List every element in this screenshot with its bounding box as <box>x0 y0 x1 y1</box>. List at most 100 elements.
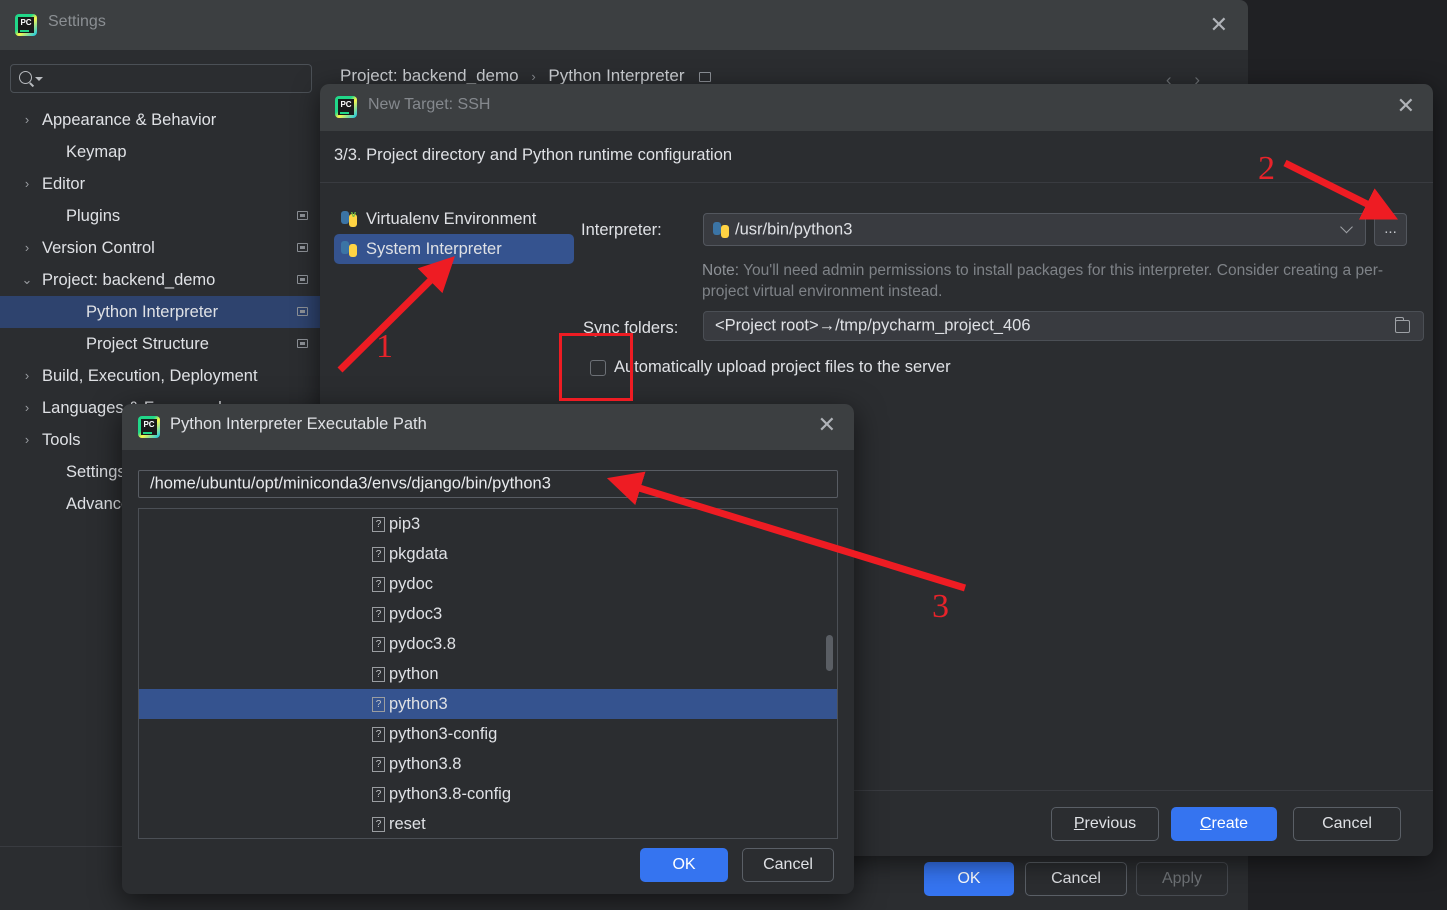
interpreter-label: Interpreter: <box>581 221 662 240</box>
settings-ok-button[interactable]: OK <box>924 862 1014 896</box>
interpreter-path-input[interactable]: /home/ubuntu/opt/miniconda3/envs/django/… <box>138 470 838 498</box>
sidebar-item-project-structure[interactable]: Project Structure <box>0 328 320 360</box>
env-option-system-interpreter[interactable]: System Interpreter <box>334 234 574 264</box>
search-input[interactable] <box>10 64 312 93</box>
sidebar-item-editor[interactable]: ›Editor <box>0 168 320 200</box>
search-icon <box>19 71 32 84</box>
create-label-rest: reate <box>1212 815 1248 832</box>
chevron-down-icon[interactable]: ⌄ <box>20 264 34 296</box>
unknown-file-icon: ? <box>372 757 385 772</box>
list-item-label: pydoc <box>389 575 433 593</box>
interpreter-path-value: /home/ubuntu/opt/miniconda3/envs/django/… <box>150 475 551 494</box>
chevron-right-icon[interactable]: › <box>20 232 34 264</box>
environment-type-list: v Virtualenv Environment System Interpre… <box>334 204 574 264</box>
settings-titlebar: Settings ✕ <box>0 0 1248 50</box>
chevron-right-icon[interactable]: › <box>20 424 34 456</box>
sidebar-item-label: Project Structure <box>86 328 209 360</box>
auto-upload-label: Automatically upload project files to th… <box>614 358 951 377</box>
chevron-right-icon[interactable]: › <box>20 104 34 136</box>
interpreter-combobox[interactable]: /usr/bin/python3 <box>703 213 1366 246</box>
chevron-right-icon[interactable]: › <box>20 392 34 424</box>
sidebar-item-keymap[interactable]: Keymap <box>0 136 320 168</box>
list-item[interactable]: ? python3 <box>139 689 837 719</box>
list-item-label: python3.8-config <box>389 785 511 803</box>
pycharm-icon <box>138 416 160 438</box>
path-ok-button[interactable]: OK <box>640 848 728 882</box>
list-item[interactable]: ?pydoc <box>139 569 837 599</box>
sidebar-item-label: Plugins <box>66 200 120 232</box>
list-item[interactable]: ?python <box>139 659 837 689</box>
list-item-label: python3.8 <box>389 755 461 773</box>
sidebar-item-label: Keymap <box>66 136 127 168</box>
sidebar-item-appearance-behavior[interactable]: ›Appearance & Behavior <box>0 104 320 136</box>
pycharm-icon <box>15 14 37 36</box>
sync-folders-field[interactable]: <Project root>→/tmp/pycharm_project_406 <box>703 311 1424 341</box>
env-option-label: System Interpreter <box>366 240 502 258</box>
project-scope-badge-icon <box>297 339 308 348</box>
chevron-right-icon[interactable]: › <box>20 168 34 200</box>
list-item[interactable]: ? pip3 <box>139 509 837 539</box>
sidebar-item-label: Tools <box>42 424 81 456</box>
list-item-label: pydoc3.8 <box>389 635 456 653</box>
unknown-file-icon: ? <box>372 517 385 532</box>
divider <box>320 182 1433 183</box>
interpreter-value: /usr/bin/python3 <box>735 220 852 239</box>
create-mnemonic: C <box>1200 815 1212 832</box>
list-item[interactable]: ? python3.8 <box>139 749 837 779</box>
unknown-file-icon: ? <box>372 697 385 712</box>
breadcrumb: Project: backend_demo › Python Interpret… <box>340 66 711 86</box>
breadcrumb-separator: › <box>531 69 535 84</box>
close-icon[interactable]: ✕ <box>1210 14 1228 36</box>
list-item[interactable]: ? python3.8-config <box>139 779 837 809</box>
pycharm-icon <box>335 96 357 118</box>
file-list-scrollbar[interactable] <box>825 510 836 839</box>
list-item[interactable]: ? pydoc3.8 <box>139 629 837 659</box>
note-prefix: Note: <box>702 262 739 279</box>
auto-upload-checkbox[interactable] <box>590 360 606 376</box>
sidebar-item-label: Appearance & Behavior <box>42 104 216 136</box>
previous-mnemonic: P <box>1074 815 1085 832</box>
path-cancel-button[interactable]: Cancel <box>742 848 834 882</box>
list-item[interactable]: ?pydoc3 <box>139 599 837 629</box>
settings-cancel-button[interactable]: Cancel <box>1025 862 1127 896</box>
create-button[interactable]: Create <box>1171 807 1277 841</box>
unknown-file-icon: ? <box>372 787 385 802</box>
breadcrumb-parent[interactable]: Project: backend_demo <box>340 66 519 85</box>
file-list[interactable]: ?pip3?pkgdata?pydoc?pydoc3?pydoc3.8?pyth… <box>138 508 838 839</box>
list-item[interactable]: ?python3-config <box>139 719 837 749</box>
ssh-cancel-button[interactable]: Cancel <box>1293 807 1401 841</box>
sync-folders-value: <Project root>→/tmp/pycharm_project_406 <box>715 317 1031 336</box>
settings-window-title: Settings <box>48 13 106 31</box>
python-venv-icon: v <box>341 211 357 227</box>
path-dialog-title: Python Interpreter Executable Path <box>170 415 427 434</box>
sidebar-item-python-interpreter[interactable]: Python Interpreter <box>0 296 320 328</box>
chevron-right-icon[interactable]: › <box>20 360 34 392</box>
breadcrumb-current: Python Interpreter <box>548 66 684 85</box>
sidebar-item-label: Editor <box>42 168 85 200</box>
sidebar-item-build-execution-deployment[interactable]: ›Build, Execution, Deployment <box>0 360 320 392</box>
unknown-file-icon: ? <box>372 637 385 652</box>
list-item-label: pkgdata <box>389 545 448 563</box>
previous-button[interactable]: Previous <box>1051 807 1159 841</box>
project-scope-badge-icon <box>297 307 308 316</box>
folder-icon[interactable] <box>1395 320 1410 333</box>
interpreter-browse-button[interactable]: ... <box>1374 213 1407 246</box>
list-item-label: pip3 <box>389 515 420 533</box>
sidebar-item-label: Build, Execution, Deployment <box>42 360 258 392</box>
close-icon[interactable]: ✕ <box>1397 95 1415 117</box>
close-icon[interactable]: ✕ <box>818 414 836 436</box>
scrollbar-thumb[interactable] <box>826 635 833 671</box>
sidebar-item-plugins[interactable]: Plugins <box>0 200 320 232</box>
unknown-file-icon: ? <box>372 547 385 562</box>
sidebar-item-version-control[interactable]: ›Version Control <box>0 232 320 264</box>
env-option-label: Virtualenv Environment <box>366 210 536 228</box>
env-option-virtualenv[interactable]: v Virtualenv Environment <box>334 204 574 234</box>
list-item-label: pydoc3 <box>389 605 442 623</box>
path-dialog-footer: OK Cancel <box>122 838 854 894</box>
sidebar-item-project-backend-demo[interactable]: ⌄Project: backend_demo <box>0 264 320 296</box>
list-item[interactable]: ?reset <box>139 809 837 839</box>
list-item[interactable]: ? pkgdata <box>139 539 837 569</box>
python-icon <box>341 241 357 257</box>
list-item-label: python3 <box>389 695 448 713</box>
previous-label-rest: revious <box>1085 815 1137 832</box>
